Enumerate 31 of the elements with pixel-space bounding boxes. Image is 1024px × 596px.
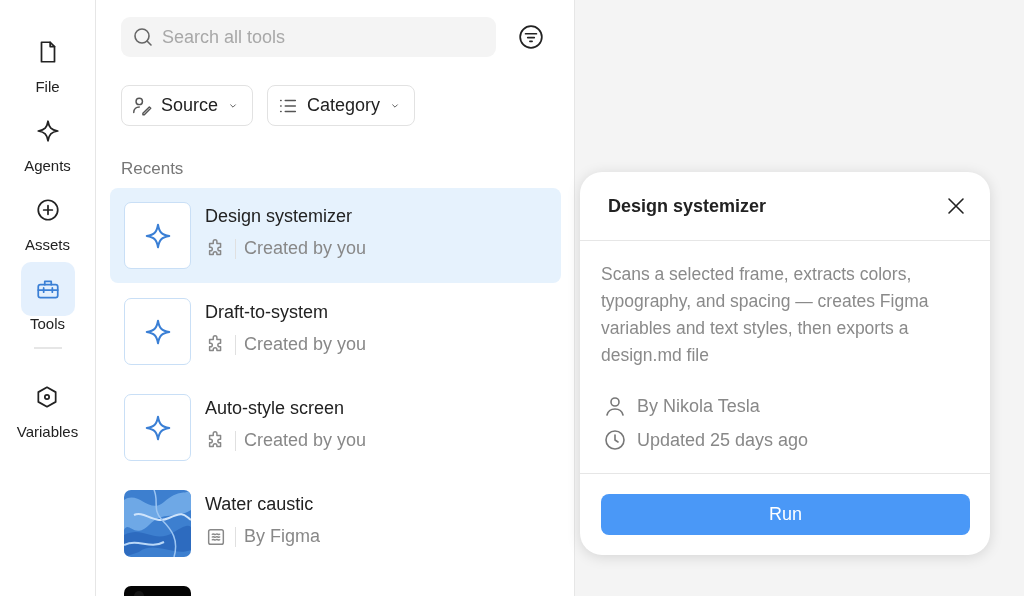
tool-item[interactable]: Water caustic By Figma [110,476,561,571]
person-icon [603,394,627,418]
tool-source: Created by you [244,430,367,451]
tool-item[interactable]: Draft-to-system Created by you [110,284,561,379]
tool-title: Water caustic [205,493,315,515]
tool-title: Auto-style screen [205,397,346,419]
section-title: Recents [121,159,185,179]
nav-item[interactable]: Assets [20,183,75,253]
filter-icon [518,24,544,50]
nav-item[interactable]: Variables [16,370,79,440]
filter-dropdown[interactable]: Category [267,85,416,126]
nav-item[interactable]: Agents [20,104,75,174]
popover-title: Design systemizer [608,195,767,217]
tool-title: Design systemizer [205,205,354,227]
search-icon [131,25,155,49]
author-text: By Nikola Tesla [637,395,760,417]
nav-item[interactable]: File [20,25,75,95]
tool-title: Draft-to-system [205,301,329,323]
filter-button[interactable] [518,24,544,50]
tool-source: By Figma [244,526,321,547]
updated-text: Updated 25 days ago [637,429,809,451]
tool-source: Created by you [244,334,367,355]
add-icon [34,197,61,223]
filter-dropdown[interactable]: Source [121,85,254,126]
clock-icon [603,428,627,452]
tool-item[interactable]: Auto-style screen Created by you [110,380,561,475]
tool-description: Scans a selected frame, extracts colors, typography, and spacing — creates Figma variables and text styles, then exports a design.md file [601,263,930,367]
tool-item[interactable]: Design systemizer Created by you [110,188,561,283]
tool-source: Created by you [244,238,367,259]
search-field[interactable]: Search all tools [121,17,496,57]
sparkle-icon [34,118,61,144]
